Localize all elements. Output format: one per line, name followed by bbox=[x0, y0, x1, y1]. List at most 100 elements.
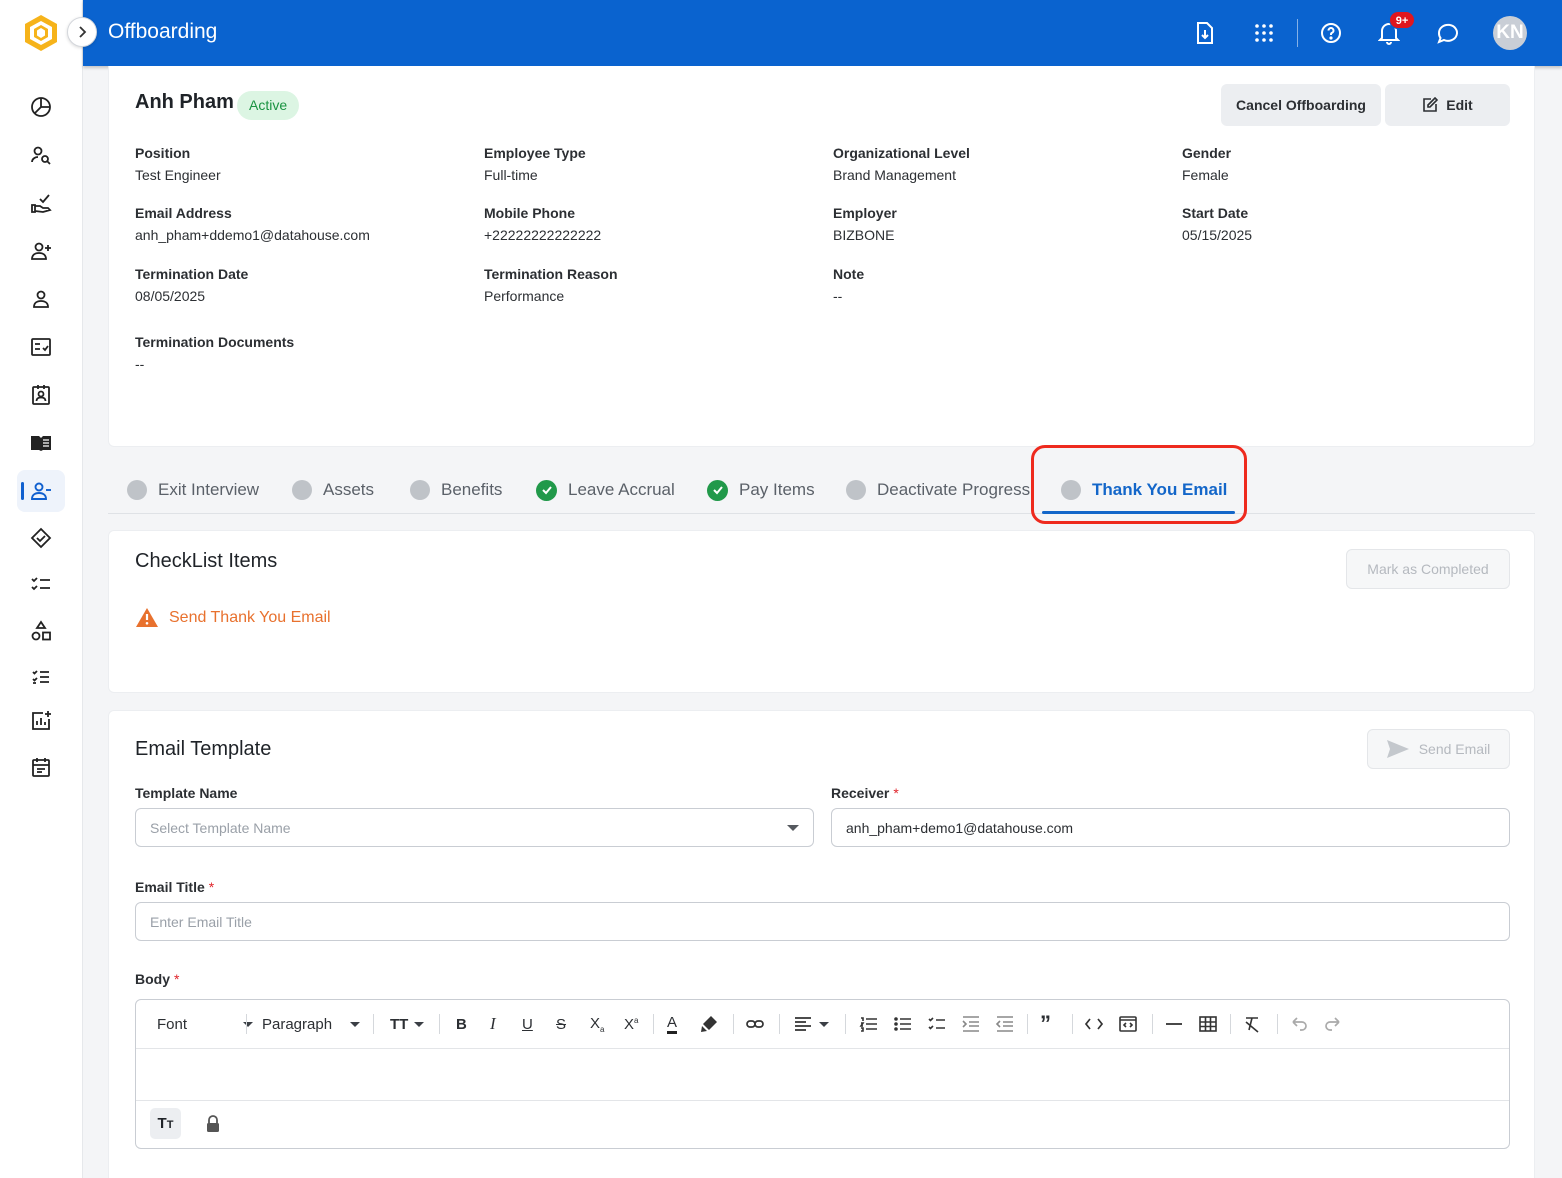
cancel-offboarding-button[interactable]: Cancel Offboarding bbox=[1221, 84, 1381, 126]
email-title-input[interactable]: Enter Email Title bbox=[135, 902, 1510, 941]
warning-icon bbox=[136, 608, 158, 627]
strikethrough-button[interactable]: S bbox=[556, 1012, 566, 1036]
align-button[interactable] bbox=[793, 1012, 829, 1036]
sidebar-item-user-search[interactable] bbox=[17, 134, 65, 176]
tab-pay-items[interactable]: Pay Items bbox=[707, 478, 815, 502]
font-size-button[interactable]: TT bbox=[390, 1012, 425, 1036]
sidebar-item-report-add[interactable] bbox=[17, 700, 65, 742]
sidebar-item-task-list[interactable] bbox=[17, 563, 65, 605]
page-title: Offboarding bbox=[108, 20, 218, 43]
position-label: Position bbox=[135, 145, 191, 161]
termination-date-value: 08/05/2025 bbox=[135, 288, 206, 304]
send-email-button[interactable]: Send Email bbox=[1367, 729, 1510, 769]
superscript-button[interactable]: Xa bbox=[624, 1012, 638, 1036]
download-doc-button[interactable] bbox=[1190, 18, 1220, 48]
undo-icon bbox=[1292, 1017, 1307, 1031]
calendar-icon bbox=[32, 758, 50, 777]
bullet-list-button[interactable] bbox=[893, 1012, 913, 1036]
font-dropdown[interactable]: Font bbox=[157, 1012, 253, 1036]
clear-format-button[interactable] bbox=[1243, 1012, 1263, 1036]
font-color-button[interactable]: A bbox=[667, 1012, 678, 1036]
italic-button[interactable]: I bbox=[490, 1012, 496, 1036]
bold-button[interactable]: B bbox=[456, 1012, 467, 1036]
italic-icon: I bbox=[490, 1014, 496, 1033]
chat-button[interactable] bbox=[1433, 18, 1463, 48]
ordered-list-icon bbox=[32, 670, 49, 684]
task-list-icon bbox=[31, 577, 50, 591]
user-avatar[interactable]: KN bbox=[1493, 16, 1527, 50]
mark-completed-button[interactable]: Mark as Completed bbox=[1346, 549, 1510, 589]
paragraph-dropdown[interactable]: Paragraph bbox=[262, 1012, 360, 1036]
sidebar-item-hand-check[interactable] bbox=[17, 182, 65, 224]
tab-label: Leave Accrual bbox=[568, 480, 675, 499]
edit-icon bbox=[1423, 97, 1439, 112]
tab-deactivate-progress[interactable]: Deactivate Progress bbox=[846, 478, 1030, 502]
checklist-button[interactable] bbox=[927, 1012, 947, 1036]
undo-button[interactable] bbox=[1289, 1012, 1309, 1036]
receiver-input[interactable]: anh_pham+demo1@datahouse.com bbox=[831, 808, 1510, 847]
tab-exit-interview[interactable]: Exit Interview bbox=[127, 478, 259, 502]
sidebar-item-offboarding[interactable] bbox=[17, 470, 65, 512]
help-button[interactable] bbox=[1316, 18, 1346, 48]
highlight-button[interactable] bbox=[699, 1012, 719, 1036]
todo-list-icon bbox=[928, 1017, 945, 1030]
numbered-list-button[interactable] bbox=[859, 1012, 879, 1036]
pending-status-icon bbox=[292, 480, 312, 500]
bold-icon: B bbox=[456, 1015, 467, 1033]
sidebar-item-ordered-list[interactable] bbox=[17, 656, 65, 698]
tab-label: Exit Interview bbox=[158, 480, 260, 499]
employee-name: Anh Pham bbox=[135, 91, 234, 113]
email-value: anh_pham+ddemo1@datahouse.com bbox=[135, 227, 370, 243]
blockquote-button[interactable]: ” bbox=[1040, 1012, 1051, 1036]
link-button[interactable] bbox=[745, 1012, 765, 1036]
header-divider bbox=[1297, 19, 1298, 47]
tab-assets[interactable]: Assets bbox=[292, 478, 374, 502]
sidebar-item-handshake[interactable] bbox=[17, 517, 65, 559]
text-format-toggle-button[interactable]: TT bbox=[150, 1108, 181, 1139]
redo-button[interactable] bbox=[1323, 1012, 1343, 1036]
code-button[interactable] bbox=[1084, 1012, 1104, 1036]
subscript-button[interactable]: Xa bbox=[590, 1012, 604, 1036]
template-name-label: Template Name bbox=[135, 785, 238, 801]
horizontal-line-button[interactable] bbox=[1164, 1012, 1184, 1036]
user-add-icon bbox=[31, 242, 51, 260]
sidebar-item-dashboard[interactable] bbox=[17, 86, 65, 128]
sidebar-item-user-add[interactable] bbox=[17, 230, 65, 272]
template-name-placeholder: Select Template Name bbox=[150, 819, 291, 836]
clear-format-icon bbox=[1245, 1017, 1259, 1033]
chevron-right-icon bbox=[79, 26, 87, 38]
email-label: Email Address bbox=[135, 205, 232, 221]
sidebar-item-id-badge[interactable] bbox=[17, 374, 65, 416]
note-value: -- bbox=[833, 288, 843, 304]
tab-label: Deactivate Progress bbox=[877, 480, 1031, 499]
editor-content-area[interactable] bbox=[136, 1049, 1509, 1101]
indent-button[interactable] bbox=[961, 1012, 981, 1036]
chat-icon bbox=[1437, 23, 1458, 44]
lock-button[interactable] bbox=[197, 1108, 228, 1139]
position-value: Test Engineer bbox=[135, 167, 221, 183]
app-logo-icon[interactable] bbox=[24, 14, 58, 52]
table-button[interactable] bbox=[1198, 1012, 1218, 1036]
template-name-select[interactable]: Select Template Name bbox=[135, 808, 814, 847]
sidebar-expand-button[interactable] bbox=[67, 17, 97, 47]
outdent-button[interactable] bbox=[995, 1012, 1015, 1036]
handshake-icon bbox=[30, 527, 52, 549]
text-format-icon: TT bbox=[157, 1115, 174, 1132]
lock-icon bbox=[206, 1114, 219, 1132]
offboarding-tabs: Exit Interview Assets Benefits Leave Acc… bbox=[108, 466, 1535, 514]
edit-button[interactable]: Edit bbox=[1385, 84, 1510, 126]
sidebar-item-book[interactable] bbox=[17, 422, 65, 464]
tab-label: Pay Items bbox=[739, 480, 815, 499]
underline-button[interactable]: U bbox=[522, 1012, 533, 1036]
embed-button[interactable] bbox=[1118, 1012, 1138, 1036]
termination-docs-value: -- bbox=[135, 356, 145, 372]
tab-leave-accrual[interactable]: Leave Accrual bbox=[536, 478, 675, 502]
send-icon bbox=[1386, 740, 1409, 758]
embed-icon bbox=[1119, 1016, 1137, 1032]
sidebar-item-calendar[interactable] bbox=[17, 746, 65, 788]
sidebar-item-shapes[interactable] bbox=[17, 610, 65, 652]
apps-grid-button[interactable] bbox=[1249, 18, 1279, 48]
sidebar-item-checklist[interactable] bbox=[17, 326, 65, 368]
tab-benefits[interactable]: Benefits bbox=[410, 478, 502, 502]
sidebar-item-user[interactable] bbox=[17, 278, 65, 320]
